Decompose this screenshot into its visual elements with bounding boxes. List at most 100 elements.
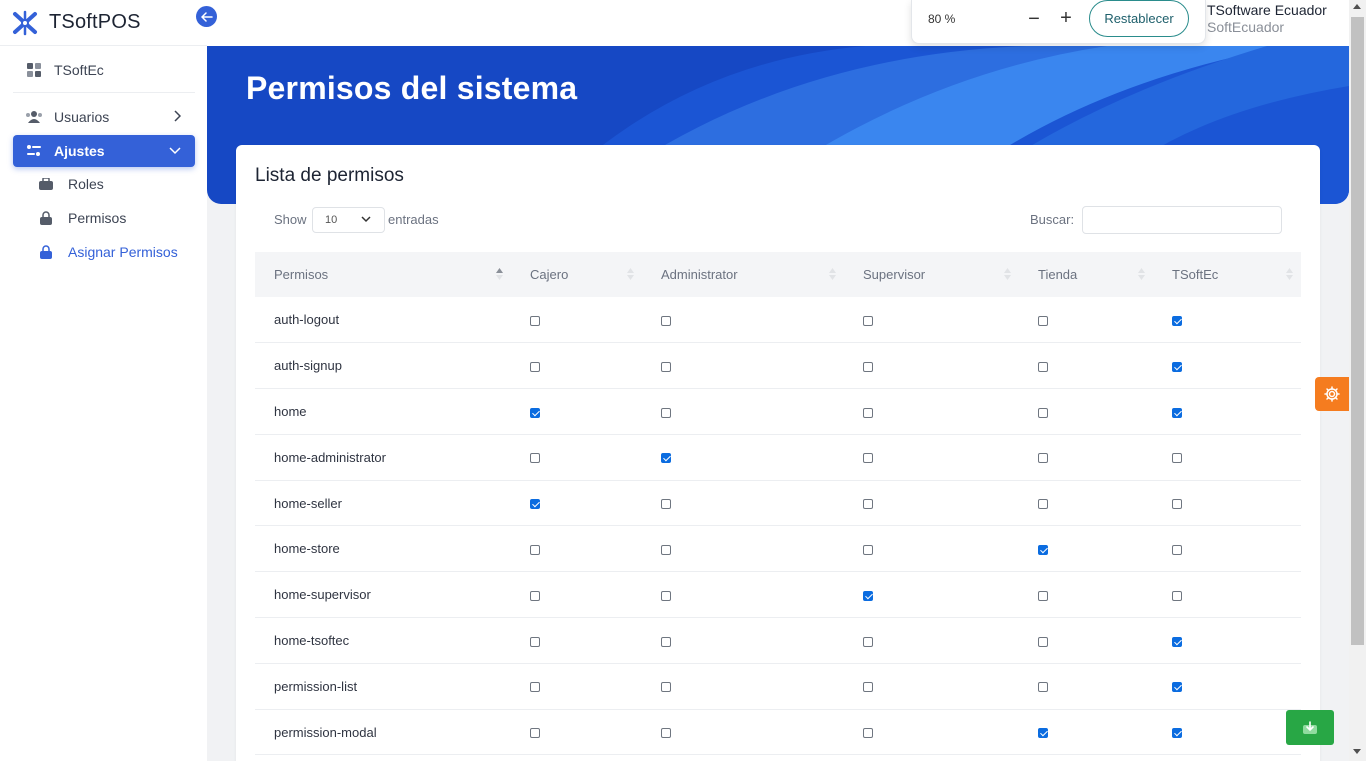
permission-cell — [642, 572, 844, 618]
permission-checkbox[interactable] — [1172, 453, 1182, 464]
permission-checkbox[interactable] — [863, 636, 873, 647]
permission-cell — [511, 526, 642, 572]
permission-checkbox[interactable] — [1038, 453, 1048, 464]
permissions-card: Lista de permisos Show 10 entradas Busca… — [236, 145, 1320, 761]
permission-checkbox[interactable] — [530, 499, 540, 510]
permission-checkbox[interactable] — [1038, 499, 1048, 510]
column-header-administrator[interactable]: Administrator — [642, 252, 844, 297]
permission-cell — [1153, 297, 1301, 343]
permission-checkbox[interactable] — [661, 682, 671, 693]
gear-icon — [1324, 386, 1340, 402]
sidebar-item-ajustes[interactable]: Ajustes — [13, 135, 195, 167]
permission-checkbox[interactable] — [1172, 499, 1182, 510]
download-icon — [1303, 720, 1317, 734]
permission-cell — [642, 389, 844, 435]
sidebar-item-label: TSoftEc — [54, 62, 104, 78]
permission-cell — [1153, 663, 1301, 709]
permission-checkbox[interactable] — [863, 315, 873, 326]
permission-cell — [642, 480, 844, 526]
permission-checkbox[interactable] — [530, 636, 540, 647]
sidebar-item-tsoftec[interactable]: TSoftEc — [13, 54, 195, 86]
permission-checkbox[interactable] — [1038, 728, 1048, 739]
permission-checkbox[interactable] — [661, 453, 671, 464]
permission-cell — [1019, 297, 1153, 343]
permission-cell — [844, 343, 1019, 389]
scroll-down-arrow-icon[interactable] — [1353, 749, 1361, 754]
permission-checkbox[interactable] — [661, 361, 671, 372]
permission-checkbox[interactable] — [1038, 361, 1048, 372]
theme-settings-button[interactable] — [1315, 377, 1349, 411]
permission-checkbox[interactable] — [661, 315, 671, 326]
scroll-up-arrow-icon[interactable] — [1353, 4, 1361, 9]
permission-checkbox[interactable] — [661, 728, 671, 739]
permission-checkbox[interactable] — [530, 361, 540, 372]
permission-name: home-tsoftec — [274, 632, 350, 648]
permission-checkbox[interactable] — [863, 728, 873, 739]
sidebar-collapse-button[interactable] — [196, 6, 217, 27]
column-header-tsoftec[interactable]: TSoftEc — [1153, 252, 1301, 297]
search-input[interactable] — [1082, 206, 1282, 234]
brand[interactable]: TSoftPOS — [0, 0, 207, 46]
permission-checkbox[interactable] — [1172, 544, 1182, 555]
permission-checkbox[interactable] — [1038, 636, 1048, 647]
table-row: home — [255, 389, 1301, 435]
permission-checkbox[interactable] — [1038, 315, 1048, 326]
permission-checkbox[interactable] — [1172, 315, 1182, 326]
page-length-select[interactable]: 10 — [312, 207, 385, 233]
permission-cell — [1019, 709, 1153, 755]
permission-checkbox[interactable] — [1172, 682, 1182, 693]
permission-checkbox[interactable] — [1038, 682, 1048, 693]
permission-checkbox[interactable] — [661, 636, 671, 647]
sidebar-subitem-asignar-permisos[interactable]: Asignar Permisos — [38, 242, 178, 262]
permission-checkbox[interactable] — [661, 544, 671, 555]
permission-checkbox[interactable] — [661, 499, 671, 510]
user-name[interactable]: TSoftware Ecuador — [1207, 2, 1327, 18]
permission-checkbox[interactable] — [530, 407, 540, 418]
permission-checkbox[interactable] — [1172, 636, 1182, 647]
sidebar-item-usuarios[interactable]: Usuarios — [13, 101, 195, 133]
sidebar-subitem-permisos[interactable]: Permisos — [38, 208, 126, 228]
permission-checkbox[interactable] — [863, 544, 873, 555]
permission-cell — [844, 526, 1019, 572]
permission-checkbox[interactable] — [661, 407, 671, 418]
page-scrollbar[interactable] — [1349, 0, 1366, 761]
table-header-row: Permisos Cajero Administrator Supervisor… — [255, 252, 1301, 297]
column-header-cajero[interactable]: Cajero — [511, 252, 642, 297]
zoom-out-button[interactable]: − — [1024, 9, 1044, 30]
sidebar-subitem-roles[interactable]: Roles — [38, 174, 104, 194]
permission-checkbox[interactable] — [530, 315, 540, 326]
permission-checkbox[interactable] — [530, 728, 540, 739]
permission-checkbox[interactable] — [1172, 361, 1182, 372]
zoom-reset-button[interactable]: Restablecer — [1089, 0, 1189, 37]
download-button[interactable] — [1286, 710, 1334, 745]
user-organization: SoftEcuador — [1207, 19, 1285, 35]
column-header-supervisor[interactable]: Supervisor — [844, 252, 1019, 297]
permission-checkbox[interactable] — [1038, 590, 1048, 601]
permission-checkbox[interactable] — [863, 590, 873, 601]
permission-checkbox[interactable] — [863, 407, 873, 418]
dashboard-icon — [25, 61, 43, 79]
permission-checkbox[interactable] — [863, 453, 873, 464]
scrollbar-thumb[interactable] — [1351, 17, 1364, 645]
permission-checkbox[interactable] — [1038, 544, 1048, 555]
permission-checkbox[interactable] — [530, 682, 540, 693]
permission-checkbox[interactable] — [1172, 407, 1182, 418]
column-header-tienda[interactable]: Tienda — [1019, 252, 1153, 297]
column-header-permisos[interactable]: Permisos — [255, 252, 511, 297]
permission-checkbox[interactable] — [530, 453, 540, 464]
arrow-left-icon — [200, 11, 213, 22]
permission-checkbox[interactable] — [1172, 728, 1182, 739]
show-label: Show — [274, 212, 307, 227]
sidebar: TSoftPOS TSoftEc Usuarios Ajustes Roles … — [0, 0, 207, 761]
permission-checkbox[interactable] — [661, 590, 671, 601]
permission-checkbox[interactable] — [1038, 407, 1048, 418]
permission-checkbox[interactable] — [863, 499, 873, 510]
permission-checkbox[interactable] — [863, 682, 873, 693]
permission-checkbox[interactable] — [530, 590, 540, 601]
zoom-popup: 80 % − + Restablecer — [911, 0, 1206, 44]
chevron-down-icon — [361, 216, 371, 223]
permission-checkbox[interactable] — [530, 544, 540, 555]
zoom-in-button[interactable]: + — [1056, 8, 1076, 29]
permission-checkbox[interactable] — [863, 361, 873, 372]
permission-checkbox[interactable] — [1172, 590, 1182, 601]
